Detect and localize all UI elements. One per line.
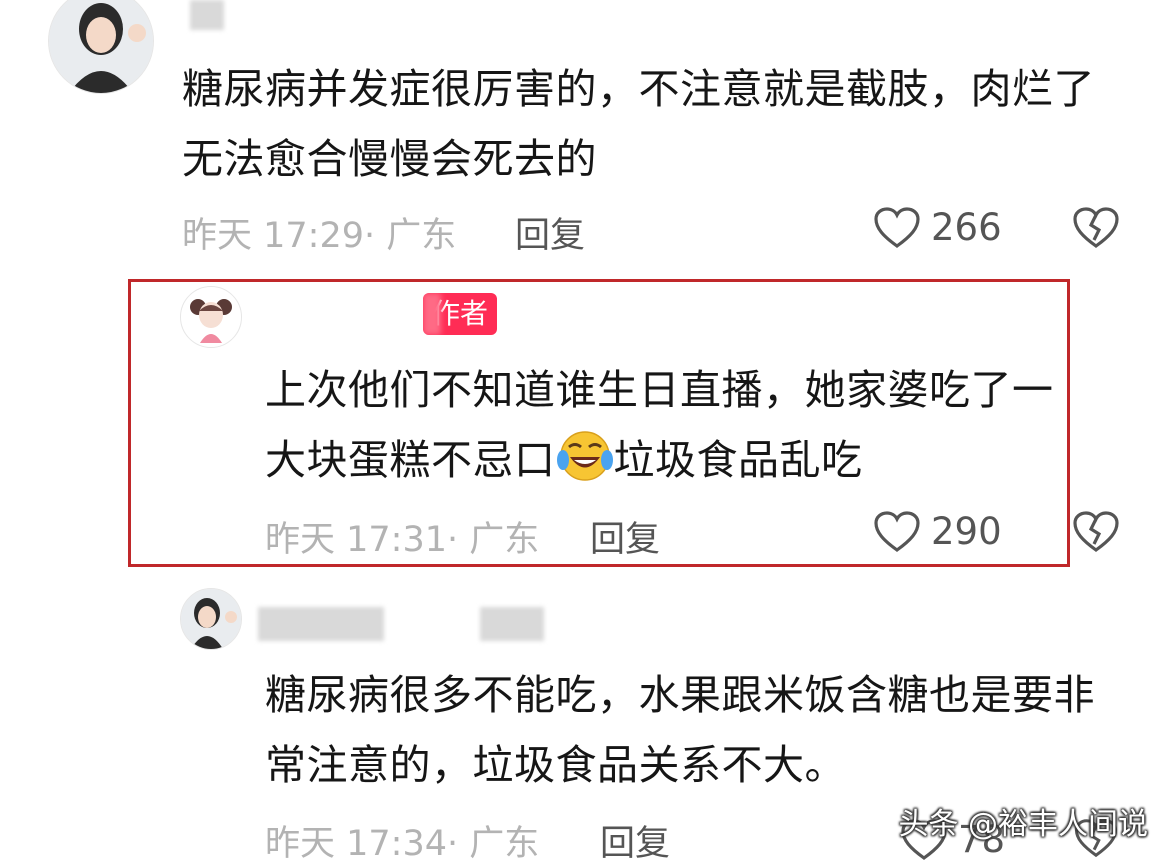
commenter-avatar[interactable] — [180, 588, 242, 650]
comment-text: 糖尿病很多不能吃，水果跟米饭含糖也是要非常注意的，垃圾食品关系不大。 — [265, 671, 1095, 789]
comment-meta: 昨天 17:31· 广东 — [265, 511, 539, 562]
heart-icon[interactable] — [873, 206, 921, 250]
author-avatar[interactable] — [180, 286, 242, 348]
comment-time: 昨天 17:29· — [182, 216, 376, 256]
broken-heart-icon[interactable] — [1072, 206, 1120, 250]
username-redacted — [480, 607, 544, 641]
watermark: 头条 @裕丰人间说 — [898, 807, 1148, 842]
reply-button[interactable]: 回复 — [600, 815, 670, 866]
comment-text: 糖尿病并发症很厉害的，不注意就是截肢，肉烂了无法愈合慢慢会死去的 — [182, 65, 1095, 183]
author-badge: 作者 — [423, 293, 497, 335]
comment-region: 广东 — [469, 824, 540, 864]
broken-heart-icon[interactable] — [1072, 510, 1120, 554]
username-redacted — [258, 607, 384, 641]
like-count: 290 — [931, 510, 1002, 553]
like-count: 266 — [931, 206, 1002, 249]
username-redacted — [190, 0, 224, 30]
heart-icon[interactable] — [873, 510, 921, 554]
commenter-avatar[interactable] — [48, 0, 154, 94]
comment-meta: 昨天 17:34· 广东 — [265, 815, 539, 866]
comment-meta: 昨天 17:29· 广东 — [182, 207, 456, 258]
comment-region: 广东 — [386, 216, 457, 256]
comment-text: 上次他们不知道谁生日直播，她家婆吃了一大块蛋糕不忌口 垃圾食品乱吃 — [265, 355, 1065, 503]
comment-time: 昨天 17:31· — [265, 520, 459, 560]
comment-region: 广东 — [469, 520, 540, 560]
crying-laughing-emoji — [556, 430, 614, 503]
comment-time: 昨天 17:34· — [265, 824, 459, 864]
reply-button[interactable]: 回复 — [515, 207, 585, 258]
reply-button[interactable]: 回复 — [590, 511, 660, 562]
username-redacted — [250, 290, 410, 332]
